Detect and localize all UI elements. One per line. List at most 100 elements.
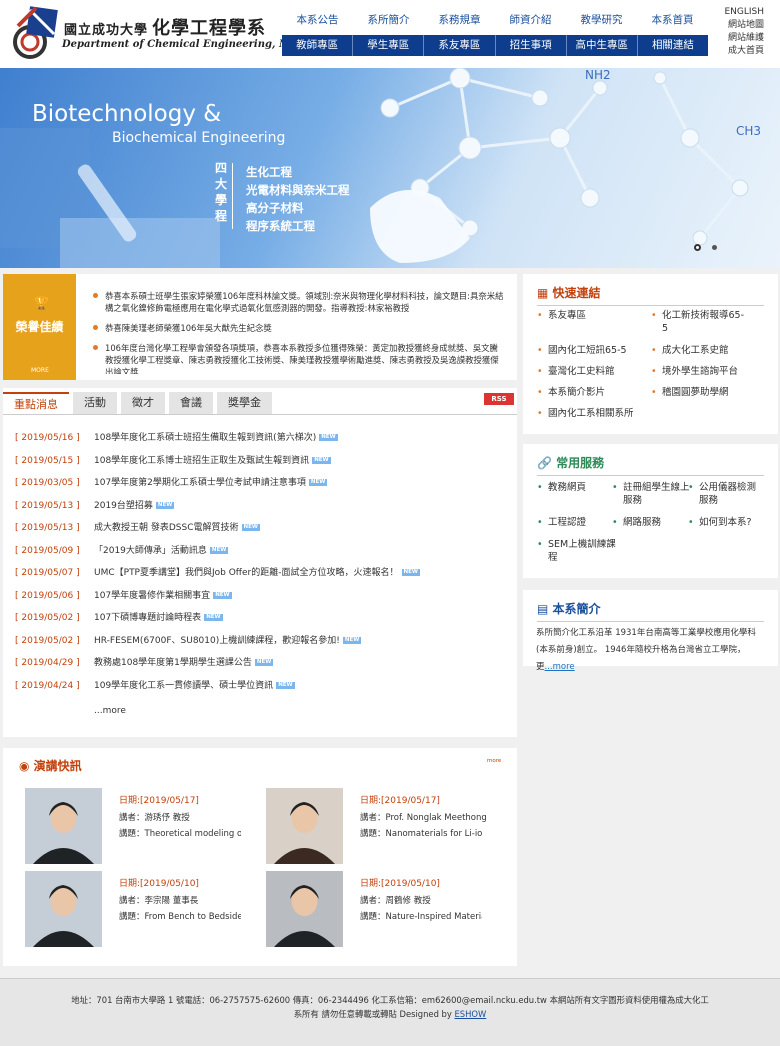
formula-ch3: CH3 xyxy=(736,124,762,138)
top-nav-regulations[interactable]: 系務規章 xyxy=(424,10,495,30)
quick-link-new-tech[interactable]: 化工新技術報導65-5 xyxy=(651,309,746,335)
designer-link[interactable]: ESHOW xyxy=(455,1009,487,1019)
news-item[interactable]: [ 2019/05/13 ] 2019台塑招募 NEW xyxy=(15,500,420,523)
hero-banner[interactable]: Biotechnology & Biochemical Engineering … xyxy=(0,68,780,268)
top-nav-research[interactable]: 教學研究 xyxy=(566,10,637,30)
top-nav-home[interactable]: 本系首頁 xyxy=(637,10,708,30)
lecture-card[interactable]: 日期:[2019/05/17] 講者：游琇伃 教授 講題：Theoretical m… xyxy=(25,788,245,864)
quick-link-depts[interactable]: 國內化工系相關系所 xyxy=(537,407,634,420)
news-date: [ 2019/05/09 ] xyxy=(15,545,80,556)
honor-item[interactable]: 恭喜本系碩士班學生張家婷榮獲106年度科林論文獎。領域別:奈米與物理化學材料科技… xyxy=(91,290,505,314)
news-item[interactable]: [ 2019/04/24 ] 109學年度化工系一貫修讀學、碩士學位資訊 NEW xyxy=(15,680,420,703)
news-item[interactable]: [ 2019/05/02 ] HR-FESEM(6700F、SU8010)上機訓練… xyxy=(15,635,420,658)
department-logo[interactable]: 國立成功大學 化學工程學系 Department of Chemical Engi… xyxy=(6,6,313,62)
news-title[interactable]: 107下碩博專題討論時程表 xyxy=(94,613,201,623)
news-item[interactable]: [ 2019/05/06 ] 107學年度暑修作業相關事宜 NEW xyxy=(15,590,420,613)
utility-links: ENGLISH 網站地圖 網站維護 成大首頁 xyxy=(724,6,764,58)
news-title[interactable]: 107學年度第2學期化工系碩士學位考試申請注意事項 xyxy=(94,478,306,488)
lecture-speaker: 講者：Prof. Nonglak Meethong xyxy=(360,813,487,823)
service-instruments[interactable]: 公用儀器檢測服務 xyxy=(688,481,764,507)
news-date: [ 2019/05/15 ] xyxy=(15,455,80,466)
sub-nav-alumni[interactable]: 系友專區 xyxy=(424,35,496,56)
tab-conferences[interactable]: 會議 xyxy=(169,392,213,414)
intro-more-link[interactable]: ...more xyxy=(545,662,575,672)
news-title[interactable]: 108學年度化工系博士班招生正取生及甄試生報到資訊 xyxy=(94,456,309,466)
maintenance-link[interactable]: 網站維護 xyxy=(724,32,764,45)
new-badge-icon: NEW xyxy=(342,636,362,644)
lecture-topic[interactable]: 講題：Nanomaterials for Li-ion xyxy=(360,827,482,839)
news-item[interactable]: [ 2019/05/02 ] 107下碩博專題討論時程表 NEW xyxy=(15,612,420,635)
news-item[interactable]: [ 2019/05/15 ] 108學年度化工系博士班招生正取生及甄試生報到資訊 N… xyxy=(15,455,420,478)
sub-nav-links[interactable]: 相關連結 xyxy=(638,35,708,56)
lecture-card[interactable]: 日期:[2019/05/17] 講者：Prof. Nonglak Meethong… xyxy=(266,788,487,864)
sub-nav-students[interactable]: 學生專區 xyxy=(353,35,425,56)
lecture-speaker: 講者：游琇伃 教授 xyxy=(119,813,190,823)
lecture-card[interactable]: 日期:[2019/05/10] 講者：周鶴修 教授 講題：Nature-Inspir… xyxy=(266,871,486,947)
news-title[interactable]: UMC【PTP夏季講堂】我們與Job Offer的距離-面試全方位攻略，火速報名… xyxy=(94,568,399,578)
new-badge-icon: NEW xyxy=(204,614,223,621)
slide-dot-2[interactable] xyxy=(712,245,717,250)
sub-nav-teachers[interactable]: 教師專區 xyxy=(282,35,354,56)
news-title[interactable]: 109學年度化工系一貫修讀學、碩士學位資訊 xyxy=(94,681,273,691)
news-item[interactable]: [ 2019/04/29 ] 教務處108學年度第1學期學生選課公告 NEW xyxy=(15,657,420,680)
service-network[interactable]: 網路服務 xyxy=(612,516,661,529)
honor-item[interactable]: 106年度台灣化學工程學會頒發各項獎項，恭喜本系教授多位獲得殊榮：黃定加教授獲終… xyxy=(91,342,505,374)
news-title[interactable]: HR-FESEM(6700F、SU8010)上機訓練課程，歡迎報名參加! xyxy=(94,636,340,646)
ncku-home-link[interactable]: 成大首頁 xyxy=(724,45,764,58)
tab-jobs[interactable]: 徵才 xyxy=(121,392,165,414)
lectures-more-link[interactable]: more xyxy=(487,758,501,764)
top-nav-intro[interactable]: 系所簡介 xyxy=(353,10,424,30)
sitemap-link[interactable]: 網站地圖 xyxy=(724,19,764,32)
sub-nav-admissions[interactable]: 招生事項 xyxy=(496,35,567,56)
quick-link-alumni[interactable]: 系友專區 xyxy=(537,309,586,322)
top-nav-announcements[interactable]: 本系公告 xyxy=(282,10,353,30)
services-title: 🔗 常用服務 xyxy=(537,456,605,470)
top-nav-faculty[interactable]: 師資介紹 xyxy=(495,10,566,30)
lecture-topic[interactable]: 講題：Theoretical modeling of xyxy=(119,827,241,839)
english-link[interactable]: ENGLISH xyxy=(724,6,764,19)
lecture-topic[interactable]: 講題：Nature-Inspired Materials xyxy=(360,910,482,922)
quick-link-video[interactable]: 本系簡介影片 xyxy=(537,386,605,399)
news-more-link[interactable]: ...more xyxy=(94,706,126,716)
news-item[interactable]: [ 2019/05/09 ] 「2019大師傳承」活動訊息 NEW xyxy=(15,545,420,568)
tab-scholarships[interactable]: 獎學金 xyxy=(217,392,272,414)
service-sem[interactable]: SEM上機訓練課程 xyxy=(537,538,617,564)
speaker-photo[interactable] xyxy=(25,788,102,864)
news-date: [ 2019/05/07 ] xyxy=(15,568,80,578)
honor-more-link[interactable]: MORE xyxy=(31,367,49,374)
quick-link-archive[interactable]: 臺灣化工史料館 xyxy=(537,365,615,378)
quick-link-history[interactable]: 成大化工系史館 xyxy=(651,344,729,357)
tab-highlights[interactable]: 重點消息 xyxy=(3,392,69,414)
speaker-photo[interactable] xyxy=(25,871,102,947)
news-title[interactable]: 2019台塑招募 xyxy=(94,501,153,511)
new-badge-icon: NEW xyxy=(276,681,295,689)
news-title[interactable]: 108學年度化工系碩士班招生備取生報到資訊(第六梯次) xyxy=(94,433,316,443)
rss-button[interactable]: RSS xyxy=(484,393,514,405)
quick-link-news[interactable]: 國內化工短訊65-5 xyxy=(537,344,627,357)
news-title[interactable]: 107學年度暑修作業相關事宜 xyxy=(94,591,210,601)
news-item[interactable]: [ 2019/03/05 ] 107學年度第2學期化工系碩士學位考試申請注意事項 N… xyxy=(15,477,420,500)
lecture-topic[interactable]: 講題：From Bench to Bedside, xyxy=(119,910,241,922)
service-academic[interactable]: 教務網頁 xyxy=(537,481,586,494)
news-title[interactable]: 「2019大師傳承」活動訊息 xyxy=(94,546,207,556)
logo-emblem-icon xyxy=(13,6,58,59)
quick-link-intl-students[interactable]: 境外學生諮詢平台 xyxy=(651,365,738,378)
slide-dot-1[interactable] xyxy=(694,244,701,251)
tab-activities[interactable]: 活動 xyxy=(73,392,117,414)
lecture-card[interactable]: 日期:[2019/05/10] 講者：李宗陽 董事長 講題：From Bench t… xyxy=(25,871,245,947)
service-directions[interactable]: 如何到本系? xyxy=(688,516,752,529)
sub-nav-highschool[interactable]: 高中生專區 xyxy=(567,35,638,56)
speaker-photo[interactable] xyxy=(266,871,343,947)
honor-tag[interactable]: 🏆 榮譽佳績 MORE xyxy=(3,274,76,380)
news-item[interactable]: [ 2019/05/16 ] 108學年度化工系碩士班招生備取生報到資訊(第六梯次… xyxy=(15,432,420,455)
honor-item[interactable]: 恭喜陳美瑾老師榮獲106年吳大猷先生紀念獎 xyxy=(91,322,505,334)
quick-link-scholarship[interactable]: 稽園圓夢助學網 xyxy=(651,386,729,399)
news-title[interactable]: 成大教授王朝 發表DSSC電解質技術 xyxy=(94,523,239,533)
news-item[interactable]: [ 2019/05/13 ] 成大教授王朝 發表DSSC電解質技術 NEW xyxy=(15,522,420,545)
service-registration[interactable]: 註冊組學生線上服務 xyxy=(612,481,692,507)
news-item[interactable]: [ 2019/05/07 ] UMC【PTP夏季講堂】我們與Job Offer的距… xyxy=(15,567,420,590)
new-badge-icon: NEW xyxy=(312,456,331,464)
speaker-photo[interactable] xyxy=(266,788,343,864)
service-accreditation[interactable]: 工程認證 xyxy=(537,516,586,529)
news-title[interactable]: 教務處108學年度第1學期學生選課公告 xyxy=(94,658,252,668)
